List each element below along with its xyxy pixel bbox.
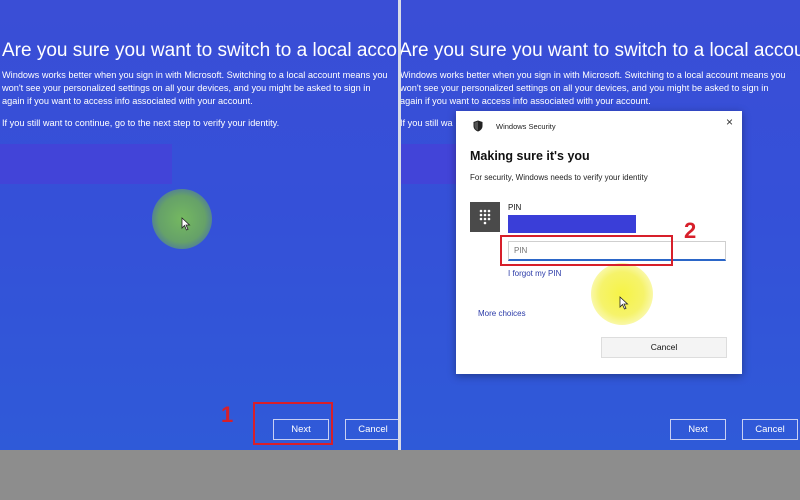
account-name-box [0, 144, 172, 184]
dialog-window-title: Windows Security [496, 122, 556, 131]
pin-highlight-box [500, 235, 673, 266]
cancel-button[interactable]: Cancel [345, 419, 398, 440]
close-icon[interactable]: × [726, 115, 733, 129]
page-heading: Are you sure you want to switch to a loc… [2, 40, 398, 61]
left-panel: Are you sure you want to switch to a loc… [0, 0, 398, 450]
dialog-heading: Making sure it's you [470, 149, 590, 163]
next-highlight-box [253, 402, 333, 445]
dialog-subtitle: For security, Windows needs to verify yo… [470, 173, 648, 182]
step-number-2: 2 [684, 218, 697, 243]
account-name-box [401, 144, 460, 184]
page-heading: Are you sure you want to switch to a loc… [401, 40, 800, 61]
page-note-text: If you still wa [401, 118, 453, 128]
page-body-text: Windows works better when you sign in wi… [2, 70, 388, 106]
next-button[interactable]: Next [670, 419, 726, 440]
click-highlight [591, 263, 653, 325]
forgot-pin-link[interactable]: I forgot my PIN [508, 269, 561, 278]
shield-icon [473, 120, 483, 132]
mouse-cursor-icon [619, 296, 629, 310]
page-note-text: If you still want to continue, go to the… [2, 118, 280, 128]
mouse-cursor-icon [181, 217, 191, 231]
pin-label: PIN [508, 203, 522, 212]
page-body-text: Windows works better when you sign in wi… [401, 70, 786, 106]
dialog-cancel-button[interactable]: Cancel [601, 337, 727, 358]
screenshot-root: Are you sure you want to switch to a loc… [0, 0, 800, 500]
cancel-button[interactable]: Cancel [742, 419, 798, 440]
bottom-bar [0, 450, 800, 500]
account-name-bar [508, 215, 636, 233]
more-choices-link[interactable]: More choices [478, 309, 526, 318]
step-number-1: 1 [221, 402, 234, 427]
pin-keypad-icon [470, 202, 500, 232]
